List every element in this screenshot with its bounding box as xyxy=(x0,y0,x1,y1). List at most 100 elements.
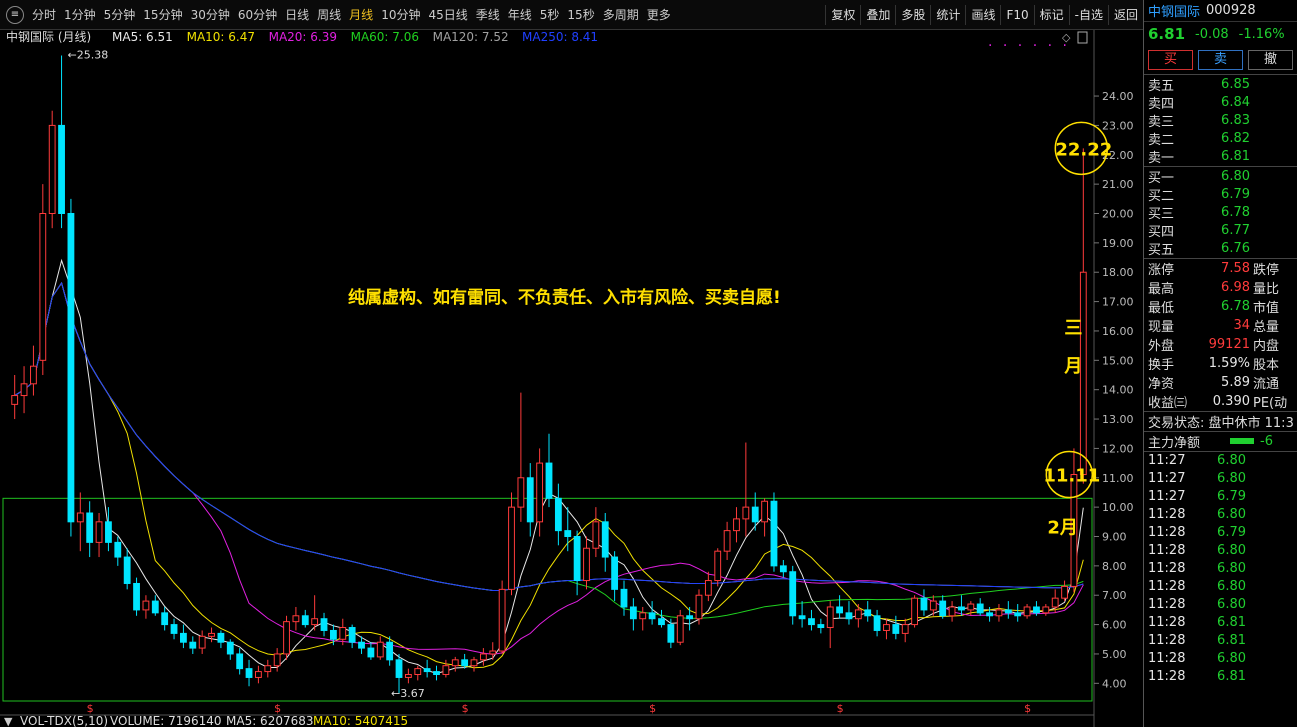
candle-body[interactable] xyxy=(601,521,609,558)
candle-body[interactable] xyxy=(151,600,159,614)
candle-body[interactable] xyxy=(451,659,459,667)
candle-body[interactable] xyxy=(770,500,778,567)
candle-body[interactable] xyxy=(845,612,853,620)
candle-body[interactable] xyxy=(58,124,65,214)
period-tab[interactable]: 周线 xyxy=(313,6,345,23)
candle-body[interactable] xyxy=(226,641,234,655)
candle-body[interactable] xyxy=(1042,606,1050,614)
tool-button[interactable]: F10 xyxy=(1000,4,1033,25)
candle-body[interactable] xyxy=(245,668,253,678)
candle-body[interactable] xyxy=(180,632,187,643)
tick-list[interactable]: 11:27 6.80 11:27 6.80 11:27 6.79 11:28 6.80 11:2… xyxy=(1144,450,1297,686)
candle-body[interactable] xyxy=(798,615,806,620)
candle-body[interactable] xyxy=(105,521,112,543)
period-tab[interactable]: 日线 xyxy=(281,6,313,23)
candle-body[interactable] xyxy=(329,629,337,640)
candle-body[interactable] xyxy=(404,674,412,678)
candle-body[interactable] xyxy=(911,597,918,626)
candle-body[interactable] xyxy=(255,671,262,678)
candle-body[interactable] xyxy=(854,609,862,620)
candle-body[interactable] xyxy=(339,627,347,640)
candle-body[interactable] xyxy=(142,600,150,611)
period-tab[interactable]: 60分钟 xyxy=(234,6,281,23)
sell-level-row[interactable]: 卖三 6.83 xyxy=(1144,111,1297,130)
candle-body[interactable] xyxy=(714,550,722,582)
candle-body[interactable] xyxy=(95,521,103,543)
period-tab[interactable]: 季线 xyxy=(472,6,504,23)
candle-body[interactable] xyxy=(883,624,890,631)
sell-level-row[interactable]: 卖二 6.82 xyxy=(1144,130,1297,148)
sell-level-row[interactable]: 卖四 6.84 xyxy=(1144,93,1297,112)
stock-name[interactable]: 中钢国际 xyxy=(1148,1,1200,20)
candle-body[interactable] xyxy=(723,530,731,552)
candle-body[interactable] xyxy=(217,632,225,643)
candle-body[interactable] xyxy=(761,500,769,523)
candle-body[interactable] xyxy=(526,477,534,523)
candle-body[interactable] xyxy=(198,635,206,649)
period-tab[interactable]: 5秒 xyxy=(536,6,564,23)
period-tab[interactable]: 分时 xyxy=(28,6,60,23)
buy-level-row[interactable]: 买三 6.78 xyxy=(1144,203,1297,222)
period-tab[interactable]: 5分钟 xyxy=(100,6,140,23)
candle-body[interactable] xyxy=(976,603,984,614)
candle-body[interactable] xyxy=(545,462,553,499)
cancel-order-button[interactable]: 撤 xyxy=(1248,50,1293,70)
candle-body[interactable] xyxy=(320,618,328,631)
candle-body[interactable] xyxy=(986,612,993,617)
candle-body[interactable] xyxy=(592,521,600,549)
candle-body[interactable] xyxy=(1014,612,1022,617)
candle-body[interactable] xyxy=(236,653,244,670)
kline-chart[interactable]: 中钢国际 (月线) MA5: 6.51 MA10: 6.47 MA20: 6.39 MA… xyxy=(0,30,1143,727)
dividend-marker[interactable]: $ xyxy=(462,702,469,715)
candle-body[interactable] xyxy=(967,603,975,611)
candle-body[interactable] xyxy=(133,582,140,611)
tool-button[interactable]: 标记 xyxy=(1033,4,1069,25)
period-tab[interactable]: 45日线 xyxy=(424,6,471,23)
expand-icon[interactable] xyxy=(1077,31,1088,44)
candle-body[interactable] xyxy=(733,518,740,532)
candle-body[interactable] xyxy=(667,624,675,643)
tool-button[interactable]: 多股 xyxy=(895,4,930,25)
candle-body[interactable] xyxy=(301,615,309,626)
candle-body[interactable] xyxy=(170,624,178,634)
candle-body[interactable] xyxy=(76,512,84,523)
candle-body[interactable] xyxy=(676,615,684,643)
period-tab[interactable]: 10分钟 xyxy=(377,6,424,23)
menu-icon[interactable]: ≡ xyxy=(6,5,24,24)
candle-body[interactable] xyxy=(442,665,450,676)
candle-body[interactable] xyxy=(311,618,319,626)
candle-body[interactable] xyxy=(489,650,497,655)
candle-body[interactable] xyxy=(742,506,750,520)
period-tab[interactable]: 30分钟 xyxy=(187,6,234,23)
candle-body[interactable] xyxy=(273,653,281,667)
dividend-marker[interactable]: $ xyxy=(649,702,656,715)
tool-button[interactable]: 叠加 xyxy=(860,4,895,25)
period-tab[interactable]: 多周期 xyxy=(599,6,643,23)
candle-body[interactable] xyxy=(901,624,909,634)
period-tab[interactable]: 年线 xyxy=(504,6,536,23)
candle-body[interactable] xyxy=(939,600,947,617)
candle-body[interactable] xyxy=(20,383,28,397)
candle-body[interactable] xyxy=(583,547,590,582)
candle-body[interactable] xyxy=(554,497,562,532)
candle-body[interactable] xyxy=(648,612,656,620)
candle-body[interactable] xyxy=(1004,609,1012,614)
candle-body[interactable] xyxy=(704,580,712,596)
period-tab[interactable]: 15分钟 xyxy=(139,6,186,23)
candle-body[interactable] xyxy=(751,506,759,523)
candle-body[interactable] xyxy=(67,213,75,523)
kline-svg[interactable]: 中钢国际 (月线) MA5: 6.51 MA10: 6.47 MA20: 6.39 MA… xyxy=(0,30,1143,727)
candle-body[interactable] xyxy=(433,671,440,676)
sell-level-row[interactable]: 卖五 6.85 xyxy=(1144,75,1297,94)
buy-level-row[interactable]: 买一 6.80 xyxy=(1144,167,1297,186)
candle-body[interactable] xyxy=(123,556,131,584)
candle-body[interactable] xyxy=(864,609,872,617)
candle-body[interactable] xyxy=(461,659,469,667)
candle-body[interactable] xyxy=(958,606,965,611)
period-tab[interactable]: 15秒 xyxy=(563,6,598,23)
candle-body[interactable] xyxy=(114,541,122,558)
period-tab[interactable]: 更多 xyxy=(643,6,675,23)
candle-body[interactable] xyxy=(395,659,403,678)
candle-body[interactable] xyxy=(414,668,422,676)
candle-body[interactable] xyxy=(1033,606,1040,614)
